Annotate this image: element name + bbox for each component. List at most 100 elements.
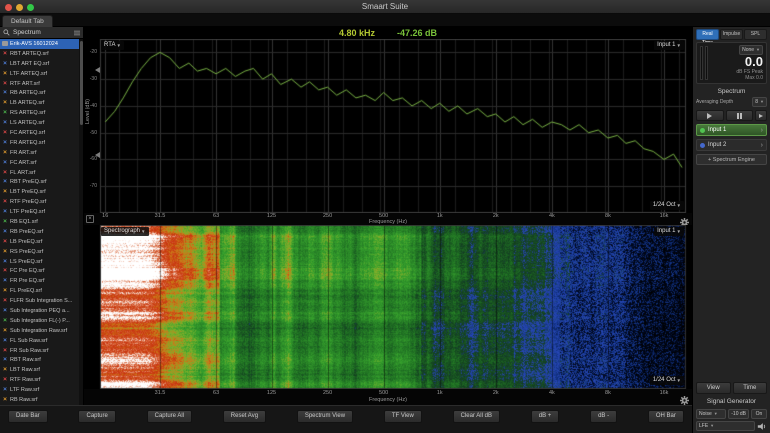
generator-output-selector[interactable]: LFE▼	[696, 421, 755, 431]
file-list-item[interactable]: ×RS ARTEQ.srf	[0, 108, 79, 118]
file-list-item[interactable]: ×RBT Raw.srf	[0, 356, 79, 366]
file-list-item[interactable]: ×FC Pre EQ.srf	[0, 266, 79, 276]
spectrograph-chart[interactable]: Spectrograph▼ Input 1▼ 1/24 Oct▼ Frequen…	[84, 225, 692, 405]
file-list-item[interactable]: ×LB PreEQ.srf	[0, 237, 79, 247]
generator-on-button[interactable]: On	[751, 409, 767, 419]
chevron-down-icon: ▼	[756, 46, 760, 54]
file-list-item[interactable]: ×LBT Raw.srf	[0, 365, 79, 375]
rta-chart[interactable]: Level (dB) RTA▼ Input 1▼ 1/24 Oct▼ × Fre…	[84, 39, 692, 225]
spectrograph-x-axis: Frequency (Hz) 31.5631252505001k2k4k8k16…	[84, 389, 692, 405]
mode-spl-button[interactable]: SPL	[744, 29, 767, 40]
file-list-item[interactable]: ×FL Sub Raw.srf	[0, 336, 79, 346]
file-list-item[interactable]: ×FL ART.srf	[0, 168, 79, 178]
file-list-item[interactable]: ×FLFR Sub Integration S...	[0, 296, 79, 306]
chevron-down-icon: ▼	[116, 41, 120, 50]
file-list-item[interactable]: ×LTF Raw.srf	[0, 385, 79, 395]
x-tick-label: 125	[267, 213, 276, 219]
file-list-item[interactable]: ×FC ARTEQ.srf	[0, 128, 79, 138]
spectrograph-banding-selector[interactable]: 1/24 Oct▼	[650, 376, 684, 385]
add-spectrum-engine-button[interactable]: + Spectrum Engine	[696, 154, 767, 165]
averaging-depth-value: 8	[755, 98, 758, 106]
file-list-item[interactable]: ×RB PreEQ.srf	[0, 227, 79, 237]
file-list-item[interactable]: ×LS ARTEQ.srf	[0, 118, 79, 128]
rta-banding-selector[interactable]: 1/24 Oct▼	[650, 201, 684, 210]
spectrograph-type-selector[interactable]: Spectrograph▼	[101, 227, 149, 236]
play-button[interactable]	[696, 110, 724, 121]
trace-marker-icon: ×	[2, 239, 8, 245]
level-marker[interactable]	[95, 67, 100, 73]
sidebar-scrollbar[interactable]	[79, 39, 83, 405]
time-button[interactable]: Time	[733, 382, 768, 394]
file-list-item[interactable]: ×LB ARTEQ.srf	[0, 98, 79, 108]
commandbar-capture-all-button[interactable]: Capture All	[147, 410, 192, 423]
sidebar-menu-icon[interactable]	[74, 30, 80, 36]
view-button[interactable]: View	[696, 382, 731, 394]
file-list-item[interactable]: ×RBT ARTEQ.srf	[0, 49, 79, 59]
generator-type-selector[interactable]: Noise▼	[696, 409, 726, 419]
trace-marker-icon: ×	[2, 199, 8, 205]
file-name: FL PreEQ.srf	[10, 288, 42, 294]
file-list-item[interactable]: ×FL PreEQ.srf	[0, 286, 79, 296]
sidebar-header[interactable]: Spectrum	[0, 27, 83, 39]
file-list-item[interactable]: ×FR Pre EQ.srf	[0, 276, 79, 286]
spectrograph-plot-canvas[interactable]	[84, 225, 692, 389]
file-list-item[interactable]: ×LTF PreEQ.srf	[0, 207, 79, 217]
spectrograph-input-selector[interactable]: Input 1▼	[654, 227, 684, 236]
rta-plot-canvas[interactable]	[84, 39, 692, 213]
file-list-item[interactable]: ×LS PreEQ.srf	[0, 257, 79, 267]
chevron-right-icon: ›	[761, 127, 763, 134]
trace-marker-icon: ×	[2, 160, 8, 166]
speaker-icon[interactable]	[757, 422, 767, 431]
rta-type-selector[interactable]: RTA▼	[101, 41, 124, 50]
file-list-item[interactable]: ×LTF ARTEQ.srf	[0, 69, 79, 79]
file-name: FR ART.srf	[10, 150, 37, 156]
trace-marker-icon: ×	[2, 170, 8, 176]
input-meter-bars	[700, 46, 708, 80]
mode-real-time-button[interactable]: Real Time	[696, 29, 719, 40]
file-list-item[interactable]: ×FR ART.srf	[0, 148, 79, 158]
file-list-item[interactable]: ×RBT PreEQ.srf	[0, 177, 79, 187]
scrollbar-thumb[interactable]	[80, 41, 83, 125]
tab-default[interactable]: Default Tab	[2, 15, 53, 27]
file-name: Sub Integration FL(-) P...	[10, 318, 70, 324]
commandbar-capture-button[interactable]: Capture	[78, 410, 115, 423]
search-icon[interactable]	[3, 29, 10, 36]
spectrograph-input-label: Input 1	[657, 227, 675, 236]
transport-options-button[interactable]	[755, 110, 767, 121]
file-list-item[interactable]: ×FR ARTEQ.srf	[0, 138, 79, 148]
commandbar-db--button[interactable]: dB -	[590, 410, 617, 423]
commandbar-tf-view-button[interactable]: TF View	[384, 410, 422, 423]
trace-marker-icon: ×	[2, 61, 8, 67]
file-list-item[interactable]: ×RTF PreEQ.srf	[0, 197, 79, 207]
commandbar-db--button[interactable]: dB +	[531, 410, 560, 423]
file-list-item[interactable]: ×Sub Integration FL(-) P...	[0, 316, 79, 326]
file-name: RBT Raw.srf	[10, 357, 41, 363]
generator-level-field[interactable]: -10 dB	[728, 409, 749, 419]
rta-input-selector[interactable]: Input 1▼	[654, 41, 684, 50]
file-list-item[interactable]: ×RS PreEQ.srf	[0, 247, 79, 257]
mode-impulse-button[interactable]: Impulse	[720, 29, 743, 40]
file-list-item[interactable]: Erik-AVS 16012024	[0, 39, 79, 49]
file-list-item[interactable]: ×LBT ART EQ.srf	[0, 59, 79, 69]
file-list-item[interactable]: ×LBT PreEQ.srf	[0, 187, 79, 197]
file-list-item[interactable]: ×RB Raw.srf	[0, 395, 79, 405]
file-list-item[interactable]: ×RTF Raw.srf	[0, 375, 79, 385]
file-list-item[interactable]: ×RB ARTEQ.srf	[0, 88, 79, 98]
commandbar-date-bar-button[interactable]: Date Bar	[8, 410, 48, 423]
input-1-label: Input 1	[708, 127, 726, 133]
file-list-item[interactable]: ×FR Sub Raw.srf	[0, 346, 79, 356]
pause-button[interactable]	[726, 110, 754, 121]
commandbar-oh-bar-button[interactable]: OH Bar	[648, 410, 684, 423]
file-list-item[interactable]: ×Sub Integration PEQ a...	[0, 306, 79, 316]
x-tick-label: 16	[102, 213, 108, 219]
commandbar-spectrum-view-button[interactable]: Spectrum View	[297, 410, 353, 423]
file-list-item[interactable]: ×FC ART.srf	[0, 158, 79, 168]
file-list-item[interactable]: ×Sub Integration Raw.srf	[0, 326, 79, 336]
file-list-item[interactable]: ×RB EQ1.srf	[0, 217, 79, 227]
input-1-row[interactable]: Input 1 ›	[696, 124, 767, 136]
input-2-row[interactable]: Input 2 ›	[696, 139, 767, 151]
file-list-item[interactable]: ×RTF ART.srf	[0, 79, 79, 89]
commandbar-reset-avg-button[interactable]: Reset Avg	[223, 410, 266, 423]
averaging-depth-selector[interactable]: 8▼	[752, 97, 767, 107]
commandbar-clear-all-db-button[interactable]: Clear All dB	[453, 410, 500, 423]
